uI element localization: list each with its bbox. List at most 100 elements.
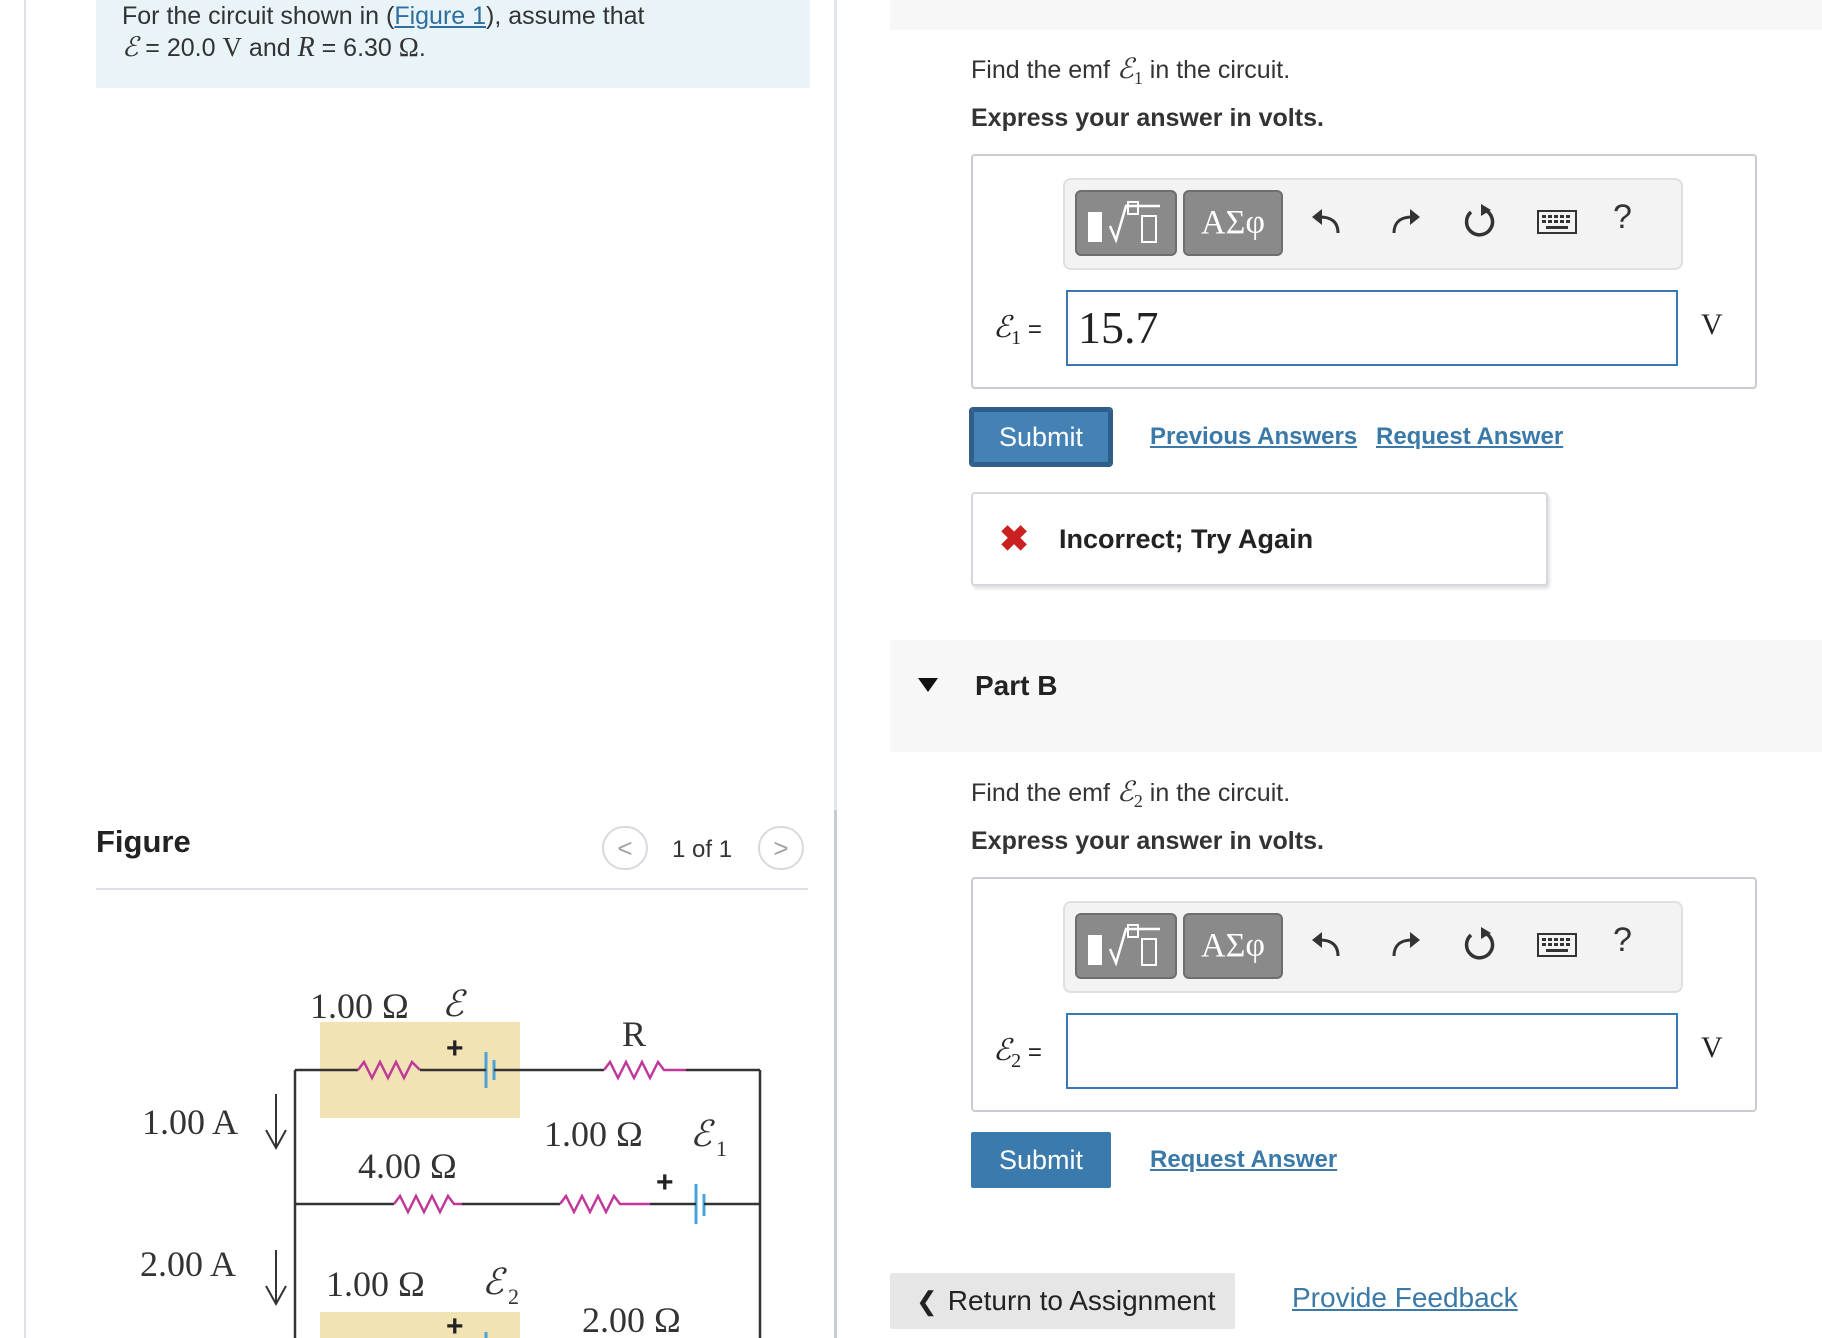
r-value-text: = 6.30 bbox=[314, 34, 399, 62]
r-symbol: R bbox=[297, 32, 315, 63]
part-b-var-subscript: 2 bbox=[1011, 1050, 1022, 1072]
part-b-answer-input[interactable] bbox=[1066, 1013, 1678, 1089]
middle-right-resistor-label: 1.00 Ω bbox=[544, 1114, 643, 1154]
middle-left-resistor-label: 4.00 Ω bbox=[358, 1146, 457, 1186]
figure-link[interactable]: Figure 1 bbox=[394, 2, 486, 30]
keyboard-icon bbox=[1537, 933, 1577, 957]
return-to-assignment-button[interactable]: ❮ Return to Assignment bbox=[890, 1273, 1235, 1329]
top-right-resistor bbox=[603, 1059, 686, 1081]
next-figure-button[interactable]: > bbox=[758, 826, 804, 870]
middle-left-resistor bbox=[393, 1193, 462, 1215]
period: . bbox=[418, 34, 426, 62]
part-b-greek-button[interactable]: ΑΣφ bbox=[1183, 913, 1283, 979]
bottom-left-resistor-label: 1.00 Ω bbox=[326, 1264, 425, 1304]
left-border bbox=[24, 0, 26, 1338]
undo-icon bbox=[1312, 209, 1340, 234]
part-a-keyboard-button[interactable] bbox=[1537, 202, 1577, 242]
emf1-label-subscript: 1 bbox=[716, 1136, 727, 1161]
part-b-emf-symbol: ℰ bbox=[1116, 777, 1134, 808]
undo-icon bbox=[1312, 932, 1340, 957]
part-b-template-button[interactable] bbox=[1075, 913, 1177, 979]
part-a-answer-box: ΑΣφ ? ℰ1 = 15.7 V bbox=[971, 154, 1757, 389]
figure-divider bbox=[96, 888, 808, 890]
previous-answers-link[interactable]: Previous Answers bbox=[1150, 423, 1357, 451]
problem-line-2: ℰ = 20.0 V and R = 6.30 Ω. bbox=[122, 32, 426, 64]
part-a-undo-button[interactable] bbox=[1307, 202, 1347, 242]
part-a-instruction: Express your answer in volts. bbox=[971, 104, 1324, 132]
part-b-title: Part B bbox=[975, 670, 1058, 701]
figure-title: Figure bbox=[96, 824, 191, 859]
part-b-var-symbol: ℰ bbox=[993, 1034, 1012, 1067]
emf2-label: ℰ bbox=[482, 1262, 507, 1302]
chevron-right-icon: > bbox=[773, 832, 789, 863]
part-b-redo-button[interactable] bbox=[1385, 925, 1425, 965]
caret-down-icon[interactable] bbox=[918, 678, 938, 692]
greek-icon: ΑΣφ bbox=[1201, 927, 1265, 964]
part-b-question: Find the emf ℰ2 in the circuit. bbox=[971, 775, 1290, 812]
part-b-answer-box: ΑΣφ ? ℰ2 = V bbox=[971, 877, 1757, 1112]
top-emf-label: ℰ bbox=[442, 984, 467, 1024]
chevron-left-icon: ❮ bbox=[916, 1285, 938, 1316]
emf-value-text: = 20.0 bbox=[138, 34, 223, 62]
help-icon: ? bbox=[1613, 921, 1632, 959]
part-b-instruction: Express your answer in volts. bbox=[971, 827, 1324, 855]
keyboard-icon bbox=[1537, 210, 1577, 234]
part-a-feedback: ✖ Incorrect; Try Again bbox=[971, 492, 1548, 586]
part-a-reset-button[interactable] bbox=[1459, 202, 1499, 242]
provide-feedback-link[interactable]: Provide Feedback bbox=[1292, 1282, 1518, 1314]
part-a-var-symbol: ℰ bbox=[993, 311, 1012, 344]
pane-divider-scrollbar[interactable] bbox=[834, 810, 837, 1338]
reset-icon bbox=[1464, 204, 1495, 237]
left-pane: For the circuit shown in (Figure 1), ass… bbox=[0, 0, 838, 1338]
bottom-emf-highlight bbox=[320, 1312, 520, 1338]
previous-figure-button[interactable]: < bbox=[602, 826, 648, 870]
part-a-greek-button[interactable]: ΑΣφ bbox=[1183, 190, 1283, 256]
help-icon: ? bbox=[1613, 198, 1632, 236]
volt-unit: V bbox=[222, 32, 242, 62]
part-b-var-equals: = bbox=[1021, 1039, 1042, 1066]
part-a-help-button[interactable]: ? bbox=[1613, 198, 1632, 237]
problem-line-1: For the circuit shown in (Figure 1), ass… bbox=[122, 2, 644, 31]
feedback-message: Incorrect; Try Again bbox=[1059, 524, 1314, 554]
redo-icon bbox=[1392, 209, 1420, 234]
part-a-question-end: in the circuit. bbox=[1142, 56, 1291, 84]
part-a-unit: V bbox=[1701, 308, 1723, 341]
template-icon bbox=[1088, 924, 1160, 967]
reset-icon bbox=[1464, 927, 1495, 960]
part-b-reset-button[interactable] bbox=[1459, 925, 1499, 965]
part-b-variable-label: ℰ2 = bbox=[993, 1033, 1042, 1073]
part-b-keyboard-button[interactable] bbox=[1537, 925, 1577, 965]
problem-statement: For the circuit shown in (Figure 1), ass… bbox=[96, 0, 810, 88]
part-a-redo-button[interactable] bbox=[1385, 202, 1425, 242]
emf-symbol: ℰ bbox=[122, 32, 139, 62]
part-a-math-toolbar: ΑΣφ ? bbox=[1063, 178, 1683, 270]
emf2-battery-plus: + bbox=[446, 1310, 464, 1338]
chevron-left-icon: < bbox=[617, 832, 633, 863]
part-a-header-strip bbox=[890, 0, 1822, 30]
part-b-submit-button[interactable]: Submit bbox=[971, 1132, 1111, 1188]
middle-right-resistor bbox=[559, 1193, 650, 1215]
current-top-label: 1.00 A bbox=[142, 1102, 238, 1142]
top-right-resistor-label: R bbox=[622, 1014, 646, 1054]
part-a-submit-button[interactable]: Submit bbox=[971, 409, 1111, 465]
redo-icon bbox=[1392, 932, 1420, 957]
ohm-unit: Ω bbox=[398, 32, 419, 62]
emf2-label-subscript: 2 bbox=[508, 1284, 519, 1309]
circuit-diagram: + + + 1.00 Ω ℰ R 4.00 Ω 1.00 Ω ℰ 1 1.00 … bbox=[140, 984, 762, 1338]
top-battery-plus: + bbox=[446, 1032, 464, 1065]
part-a-request-answer-link[interactable]: Request Answer bbox=[1376, 423, 1563, 451]
part-a-emf-subscript: 1 bbox=[1133, 68, 1143, 88]
incorrect-icon: ✖ bbox=[999, 518, 1030, 559]
part-b-help-button[interactable]: ? bbox=[1613, 921, 1632, 960]
part-a-question: Find the emf ℰ1 in the circuit. bbox=[971, 52, 1290, 89]
part-b-undo-button[interactable] bbox=[1307, 925, 1347, 965]
part-b-request-answer-link[interactable]: Request Answer bbox=[1150, 1146, 1337, 1174]
part-a-template-button[interactable] bbox=[1075, 190, 1177, 256]
template-icon bbox=[1088, 201, 1160, 244]
return-label: Return to Assignment bbox=[947, 1285, 1216, 1316]
part-a-var-equals: = bbox=[1021, 316, 1042, 343]
part-b-math-toolbar: ΑΣφ ? bbox=[1063, 901, 1683, 993]
current-bottom-label: 2.00 A bbox=[140, 1244, 236, 1284]
part-a-answer-input[interactable]: 15.7 bbox=[1066, 290, 1678, 366]
bottom-right-resistor-label: 2.00 Ω bbox=[582, 1300, 681, 1338]
